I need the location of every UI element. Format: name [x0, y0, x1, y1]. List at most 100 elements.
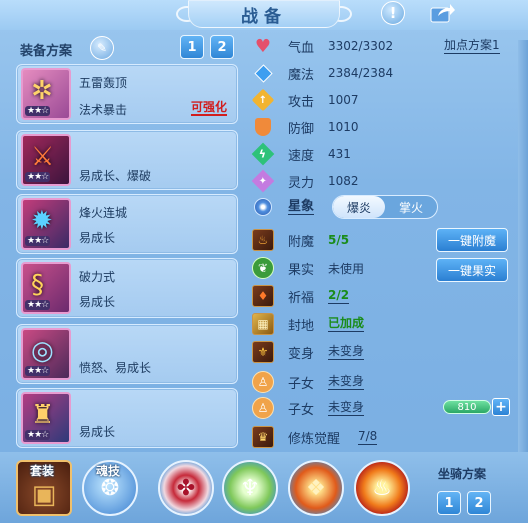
chain-icon: § — [31, 270, 44, 300]
attr-row-speed: ϟ 速度 431 — [251, 142, 351, 166]
attr-value: 2384/2384 — [328, 66, 394, 80]
equipment-card-4[interactable]: § ★★☆ 破力式 易成长 — [16, 258, 238, 318]
fruit-icon: ❦ — [252, 257, 274, 279]
star-rating: ★★☆ — [25, 106, 51, 116]
attr-row-defense: 防御 1010 — [252, 115, 359, 139]
attr-value: 3302/3302 — [328, 39, 394, 53]
monk-icon: ♆ — [240, 475, 260, 501]
extra-value[interactable]: 未变身 — [328, 374, 365, 390]
extra-row-transform: ⚜ 变身 未变身 — [252, 340, 365, 364]
equipment-thumbnail: § ★★☆ — [21, 262, 71, 314]
extra-value[interactable]: 2/2 — [328, 288, 350, 304]
attr-name: 速度 — [288, 148, 315, 164]
edit-plan-button[interactable]: ✎ — [90, 36, 114, 60]
equipment-thumbnail: ✲ ★★☆ — [21, 68, 71, 120]
popsicle-icon: ✲ — [31, 76, 53, 106]
attr-row-spirit: ✦ 灵力 1082 — [251, 169, 359, 193]
right-edge-panel — [518, 40, 528, 460]
skill-slot-2[interactable]: ♆ — [222, 460, 278, 516]
flame-icon: ♨ — [372, 475, 392, 501]
ring-icon: ◎ — [31, 336, 54, 366]
extra-row-enchant: ♨ 附魔 5/5 — [252, 228, 349, 252]
equipment-thumbnail: ◎ ★★☆ — [21, 328, 71, 380]
skill-slot-1[interactable]: ✤ — [158, 460, 214, 516]
extra-value[interactable]: 7/8 — [358, 429, 378, 445]
attr-row-attack: ↑ 攻击 1007 — [251, 88, 359, 112]
extra-name: 修炼觉醒 — [288, 431, 341, 447]
attr-name: 攻击 — [288, 94, 315, 110]
share-icon — [430, 4, 455, 23]
mount-plan-button-1[interactable]: 1 — [437, 491, 461, 515]
attr-name: 防御 — [288, 121, 315, 137]
enhance-link[interactable]: 可强化 — [190, 100, 227, 116]
card-sub: 易成长 — [79, 295, 116, 309]
extra-name: 果实 — [288, 262, 315, 278]
attr-value: 1082 — [328, 174, 359, 188]
mount-plan-label: 坐骑方案 — [438, 467, 487, 481]
plan-button-1[interactable]: 1 — [180, 35, 204, 59]
sparkle-icon: ✦ — [251, 169, 275, 193]
one-click-fruit-button[interactable]: 一键果实 — [436, 258, 508, 282]
diamond-icon — [252, 62, 274, 84]
extra-row-child-2: ♙ 子女 未变身 — [252, 396, 365, 420]
equipment-thumbnail: ⚔ ★★☆ — [21, 134, 71, 186]
help-button[interactable]: ! — [378, 0, 408, 26]
attr-name: 气血 — [288, 40, 315, 56]
extra-value[interactable]: 未变身 — [328, 344, 365, 360]
pencil-icon: ✎ — [96, 41, 108, 55]
soul-skill-icon: ❂ — [100, 475, 120, 501]
star-sign-toggle[interactable]: 爆炎 掌火 — [332, 195, 438, 219]
enchant-icon: ♨ — [252, 229, 274, 251]
card-name: 烽火连城 — [79, 206, 128, 220]
extra-name: 变身 — [288, 346, 315, 362]
one-click-enchant-button[interactable]: 一键附魔 — [436, 228, 508, 252]
attr-row-hp: ♥ 气血 3302/3302 — [252, 34, 393, 58]
skill-slot-3[interactable]: ❖ — [288, 460, 344, 516]
extra-name: 封地 — [288, 318, 315, 334]
plan-button-2[interactable]: 2 — [210, 35, 234, 59]
mask-icon: ✹ — [31, 206, 53, 236]
extra-name: 祈福 — [288, 290, 315, 306]
extra-row-fief: ▦ 封地 已加成 — [252, 312, 365, 336]
equipment-card-5[interactable]: ◎ ★★☆ 愤怒、易成长 — [16, 324, 238, 384]
heart-icon: ♥ — [254, 35, 272, 57]
child-exp-bar: 810 — [443, 400, 491, 414]
card-sub: 法术暴击 — [79, 103, 128, 117]
equipment-card-1[interactable]: ✲ ★★☆ 五雷轰顶 法术暴击 可强化 — [16, 64, 238, 124]
attr-name: 魔法 — [288, 67, 315, 83]
suit-label: 套装 — [30, 464, 55, 478]
add-point-plan-link[interactable]: 加点方案1 — [444, 38, 500, 54]
card-sub: 愤怒、易成长 — [79, 361, 152, 375]
star-sign-label[interactable]: 星象 — [288, 199, 315, 215]
equipment-card-3[interactable]: ✹ ★★☆ 烽火连城 易成长 — [16, 194, 238, 254]
star-option-zhanghuo[interactable]: 掌火 — [385, 196, 437, 218]
skill-slot-4[interactable]: ♨ — [354, 460, 410, 516]
cultivate-icon: ♛ — [252, 426, 274, 448]
attr-row-mp: 魔法 2384/2384 — [252, 61, 393, 85]
add-exp-button[interactable]: + — [492, 398, 510, 416]
exclamation-icon: ! — [381, 1, 405, 25]
extra-value[interactable]: 未变身 — [328, 400, 365, 416]
star-option-baoyan[interactable]: 爆炎 — [333, 196, 385, 218]
equipment-card-6[interactable]: ♜ ★★☆ 易成长 — [16, 388, 238, 448]
attr-row-star: 星象 — [252, 195, 315, 219]
card-sub: 易成长、爆破 — [79, 169, 152, 183]
trefoil-icon: ✤ — [176, 475, 196, 501]
card-name: 破力式 — [79, 270, 116, 284]
share-button[interactable] — [428, 0, 458, 26]
extra-row-fruit: ❦ 果实 未使用 — [252, 256, 364, 280]
equipment-card-2[interactable]: ⚔ ★★☆ 易成长、爆破 — [16, 130, 238, 190]
star-rating: ★★☆ — [25, 236, 51, 246]
attr-name: 灵力 — [288, 175, 315, 191]
shield-icon — [252, 116, 274, 138]
equipment-thumbnail: ✹ ★★☆ — [21, 198, 71, 250]
attr-value: 1007 — [328, 93, 359, 107]
star-rating: ★★☆ — [25, 172, 51, 182]
mount-plan-button-2[interactable]: 2 — [467, 491, 491, 515]
extra-name: 子女 — [288, 376, 315, 392]
attr-value: 431 — [328, 147, 351, 161]
equipment-thumbnail: ♜ ★★☆ — [21, 392, 71, 444]
extra-value[interactable]: 已加成 — [328, 316, 365, 332]
extra-row-cultivate: ♛ 修炼觉醒 7/8 — [252, 425, 378, 449]
card-sub: 易成长 — [79, 425, 116, 439]
